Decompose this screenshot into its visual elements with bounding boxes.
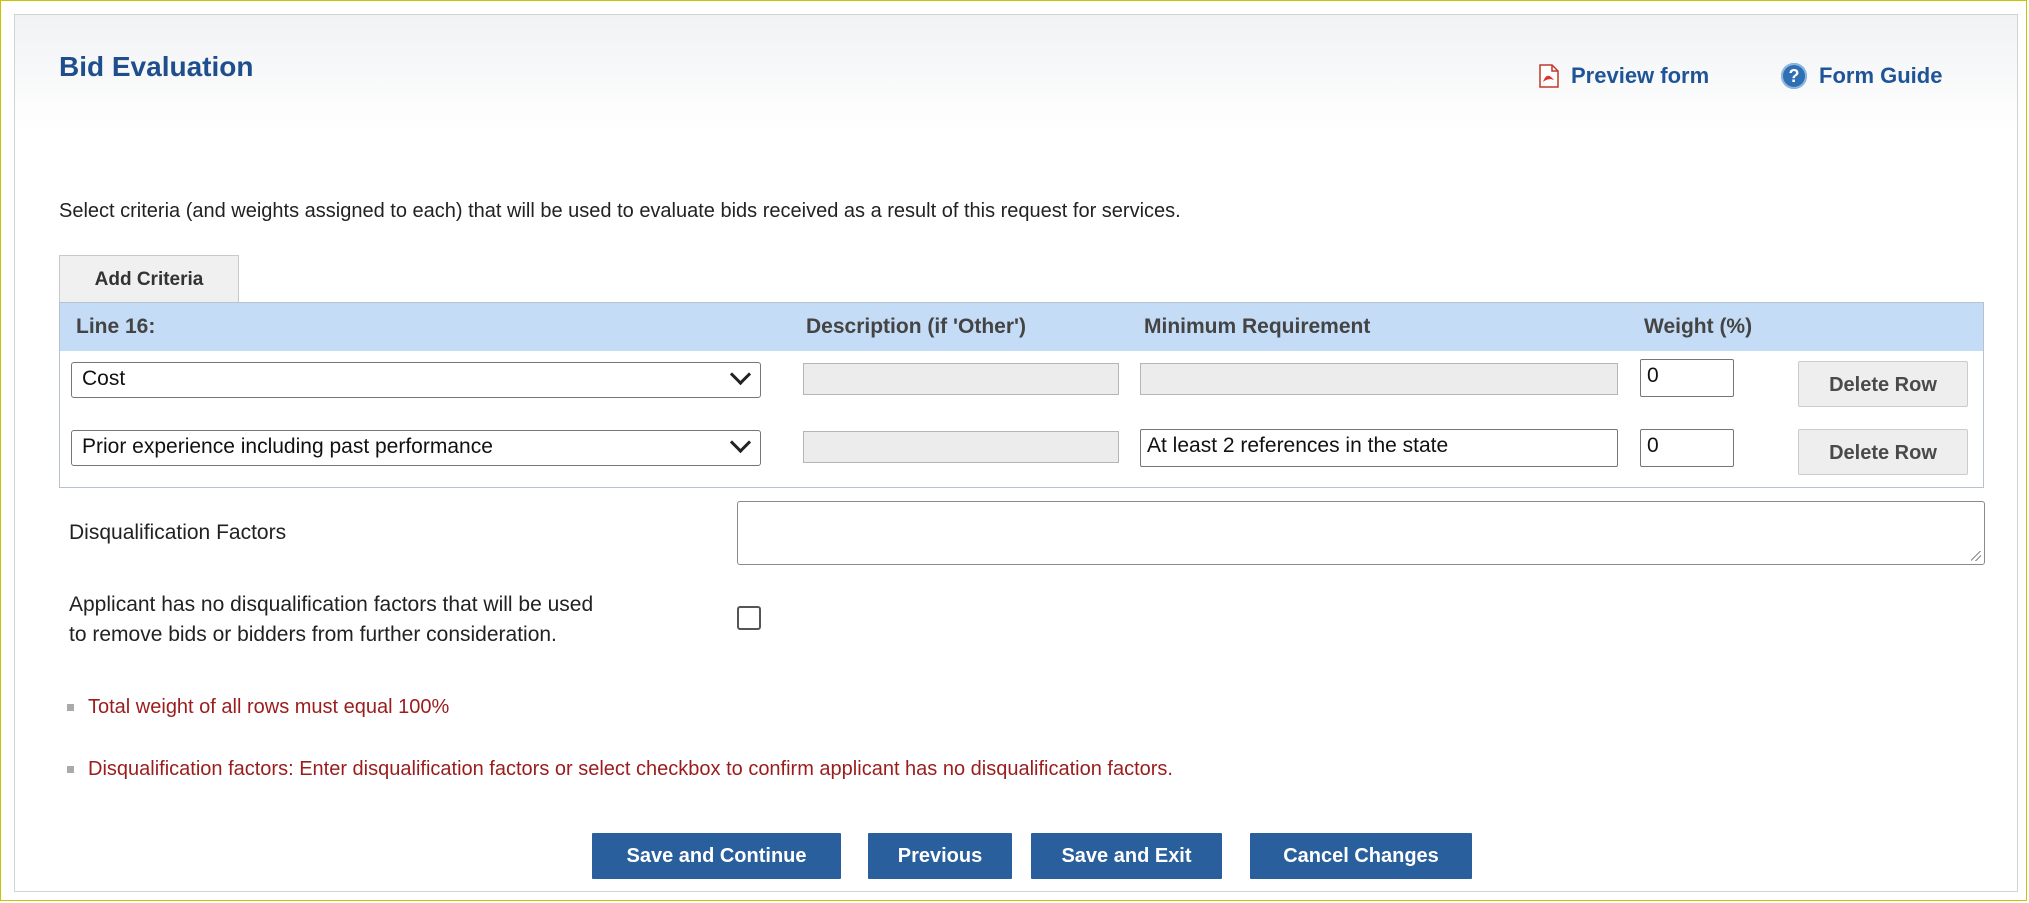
column-header-minimum-requirement: Minimum Requirement bbox=[1144, 315, 1371, 338]
disqualification-factors-label: Disqualification Factors bbox=[69, 521, 287, 544]
grid-header: Line 16: Description (if 'Other') Minimu… bbox=[60, 303, 1983, 351]
form-guide-link[interactable]: ? Form Guide bbox=[1781, 63, 1942, 89]
form-guide-label: Form Guide bbox=[1819, 63, 1943, 88]
save-and-continue-button[interactable]: Save and Continue bbox=[592, 833, 841, 879]
criteria-select-value: Cost bbox=[82, 367, 126, 390]
validation-message: Disqualification factors: Enter disquali… bbox=[67, 758, 1173, 781]
minimum-requirement-input[interactable] bbox=[1140, 363, 1618, 395]
column-header-line: Line 16: bbox=[76, 315, 156, 338]
chevron-down-icon bbox=[729, 431, 752, 454]
delete-row-button[interactable]: Delete Row bbox=[1798, 361, 1968, 407]
pdf-icon bbox=[1539, 64, 1559, 88]
panel-header: Bid Evaluation Preview form ? Form Guide bbox=[15, 15, 2017, 133]
validation-message-text: Total weight of all rows must equal 100% bbox=[88, 696, 450, 718]
no-disqualification-label-line1: Applicant has no disqualification factor… bbox=[69, 593, 594, 616]
resize-handle-icon[interactable] bbox=[1971, 551, 1981, 561]
cancel-changes-button[interactable]: Cancel Changes bbox=[1250, 833, 1472, 879]
bullet-icon bbox=[67, 766, 74, 773]
validation-message: Total weight of all rows must equal 100% bbox=[67, 696, 449, 719]
weight-input[interactable]: 0 bbox=[1640, 359, 1734, 397]
preview-form-label: Preview form bbox=[1571, 63, 1710, 88]
minimum-requirement-input[interactable]: At least 2 references in the state bbox=[1140, 429, 1618, 467]
no-disqualification-label-line2: to remove bids or bidders from further c… bbox=[69, 623, 557, 646]
page-frame: Bid Evaluation Preview form ? Form Guide… bbox=[0, 0, 2027, 901]
preview-form-link[interactable]: Preview form bbox=[1539, 63, 1709, 89]
instructions-text: Select criteria (and weights assigned to… bbox=[59, 200, 1181, 222]
validation-message-text: Disqualification factors: Enter disquali… bbox=[88, 758, 1173, 780]
description-input[interactable] bbox=[803, 363, 1119, 395]
bullet-icon bbox=[67, 704, 74, 711]
criteria-grid: Line 16: Description (if 'Other') Minimu… bbox=[59, 302, 1984, 488]
page-title: Bid Evaluation bbox=[59, 51, 254, 82]
weight-input[interactable]: 0 bbox=[1640, 429, 1734, 467]
no-disqualification-checkbox[interactable] bbox=[737, 606, 761, 630]
column-header-description: Description (if 'Other') bbox=[806, 315, 1026, 338]
criteria-select[interactable]: Cost bbox=[71, 362, 761, 398]
criteria-select[interactable]: Prior experience including past performa… bbox=[71, 430, 761, 466]
previous-button[interactable]: Previous bbox=[868, 833, 1012, 879]
disqualification-factors-textarea[interactable] bbox=[737, 501, 1985, 565]
bid-evaluation-panel: Bid Evaluation Preview form ? Form Guide… bbox=[14, 14, 2018, 892]
help-icon: ? bbox=[1781, 63, 1807, 89]
criteria-select-value: Prior experience including past performa… bbox=[82, 435, 493, 458]
add-criteria-tab[interactable]: Add Criteria bbox=[59, 255, 239, 303]
no-disqualification-label: Applicant has no disqualification factor… bbox=[69, 590, 593, 650]
column-header-weight: Weight (%) bbox=[1644, 315, 1753, 338]
description-input[interactable] bbox=[803, 431, 1119, 463]
chevron-down-icon bbox=[729, 363, 752, 386]
delete-row-button[interactable]: Delete Row bbox=[1798, 429, 1968, 475]
save-and-exit-button[interactable]: Save and Exit bbox=[1031, 833, 1222, 879]
